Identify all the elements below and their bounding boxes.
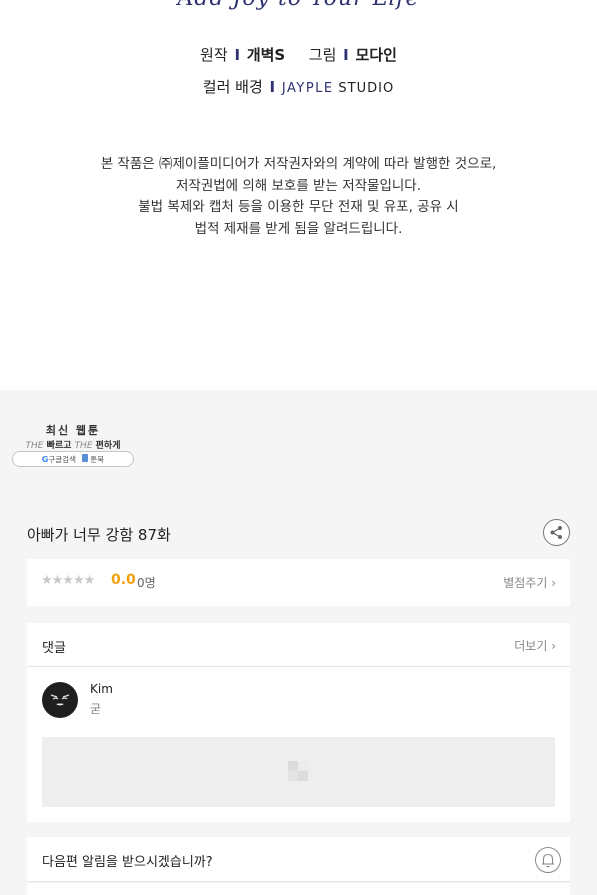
rating-stars[interactable]: ★★★★★: [41, 573, 95, 588]
comment-header: 댓글 더보기 ›: [27, 623, 570, 667]
comment-image-placeholder: [42, 737, 555, 807]
next-card-edge: [27, 883, 570, 895]
studio-brand: JAYPLE: [281, 81, 334, 96]
original-author: 개벽S: [246, 46, 286, 64]
credit-line-studio: 컬러 배경 I JAYPLE STUDIO: [0, 76, 597, 97]
more-comments-link[interactable]: 더보기 ›: [514, 637, 556, 654]
art-author: 모다인: [355, 46, 397, 64]
rating-score: 0.0: [111, 572, 136, 588]
notify-card: 다음편 알림을 받으시겠습니까?: [27, 837, 570, 882]
episode-footer: 최신 웹툰 THE 빠르고 THE 편하게 G구글검색 툰북 아빠가 너무 강함…: [0, 390, 597, 895]
site-logo-icon: 툰북: [81, 453, 104, 465]
rating-card: ★★★★★ 0.0 0명 별점주기 ›: [27, 559, 570, 606]
episode-title: 아빠가 너무 강함 87화: [27, 526, 171, 544]
color-label: 컬러 배경: [202, 78, 263, 96]
comic-cut-text: Add Joy to Your Life: [0, 0, 597, 11]
art-label: 그림: [308, 46, 337, 64]
credit-line-authors: 원작 I 개벽S 그림 I 모다인: [0, 44, 597, 65]
banner-title: 최신 웹툰: [45, 424, 101, 437]
comment-user: Kim: [90, 682, 113, 696]
banner-subtitle: THE 빠르고 THE 편하게: [25, 441, 121, 451]
avatar-face-icon: [50, 694, 70, 706]
rating-count: 0명: [137, 576, 156, 590]
comment-text: 굳: [90, 702, 102, 716]
bell-icon: [542, 853, 554, 868]
avatar: [42, 682, 78, 718]
promo-banner[interactable]: 최신 웹툰 THE 빠르고 THE 편하게 G구글검색 툰북: [12, 420, 134, 470]
share-button[interactable]: [543, 519, 570, 546]
comment-label: 댓글: [42, 641, 66, 656]
original-label: 원작: [200, 46, 228, 64]
copyright-notice: 본 작품은 ㈜제이플미디어가 저작권자와의 계약에 따라 발행한 것으로, 저작…: [0, 154, 597, 241]
notice-line: 저작권법에 의해 보호를 받는 저작물입니다.: [175, 177, 422, 194]
notice-line: 법적 제재를 받게 됨을 알려드립니다.: [194, 221, 403, 238]
notice-line: 불법 복제와 캡처 등을 이용한 무단 전재 및 유포, 공유 시: [138, 199, 459, 216]
rate-button[interactable]: 별점주기 ›: [503, 574, 556, 591]
separator: I: [234, 46, 241, 64]
studio-word: STUDIO: [338, 81, 395, 96]
separator: I: [343, 46, 349, 64]
comment-card: 댓글 더보기 › Kim 굳: [27, 623, 570, 822]
banner-search-pill: G구글검색 툰북: [12, 451, 134, 467]
notify-question: 다음편 알림을 받으시겠습니까?: [42, 855, 213, 870]
google-logo-icon: G구글검색: [41, 454, 76, 464]
credits-section: Add Joy to Your Life 원작 I 개벽S 그림 I 모다인 컬…: [0, 0, 597, 390]
image-placeholder-icon: [288, 761, 308, 781]
share-icon: [550, 526, 562, 539]
separator: I: [269, 78, 276, 96]
notice-line: 본 작품은 ㈜제이플미디어가 저작권자와의 계약에 따라 발행한 것으로,: [100, 156, 497, 172]
notify-bell-button[interactable]: [535, 847, 561, 873]
